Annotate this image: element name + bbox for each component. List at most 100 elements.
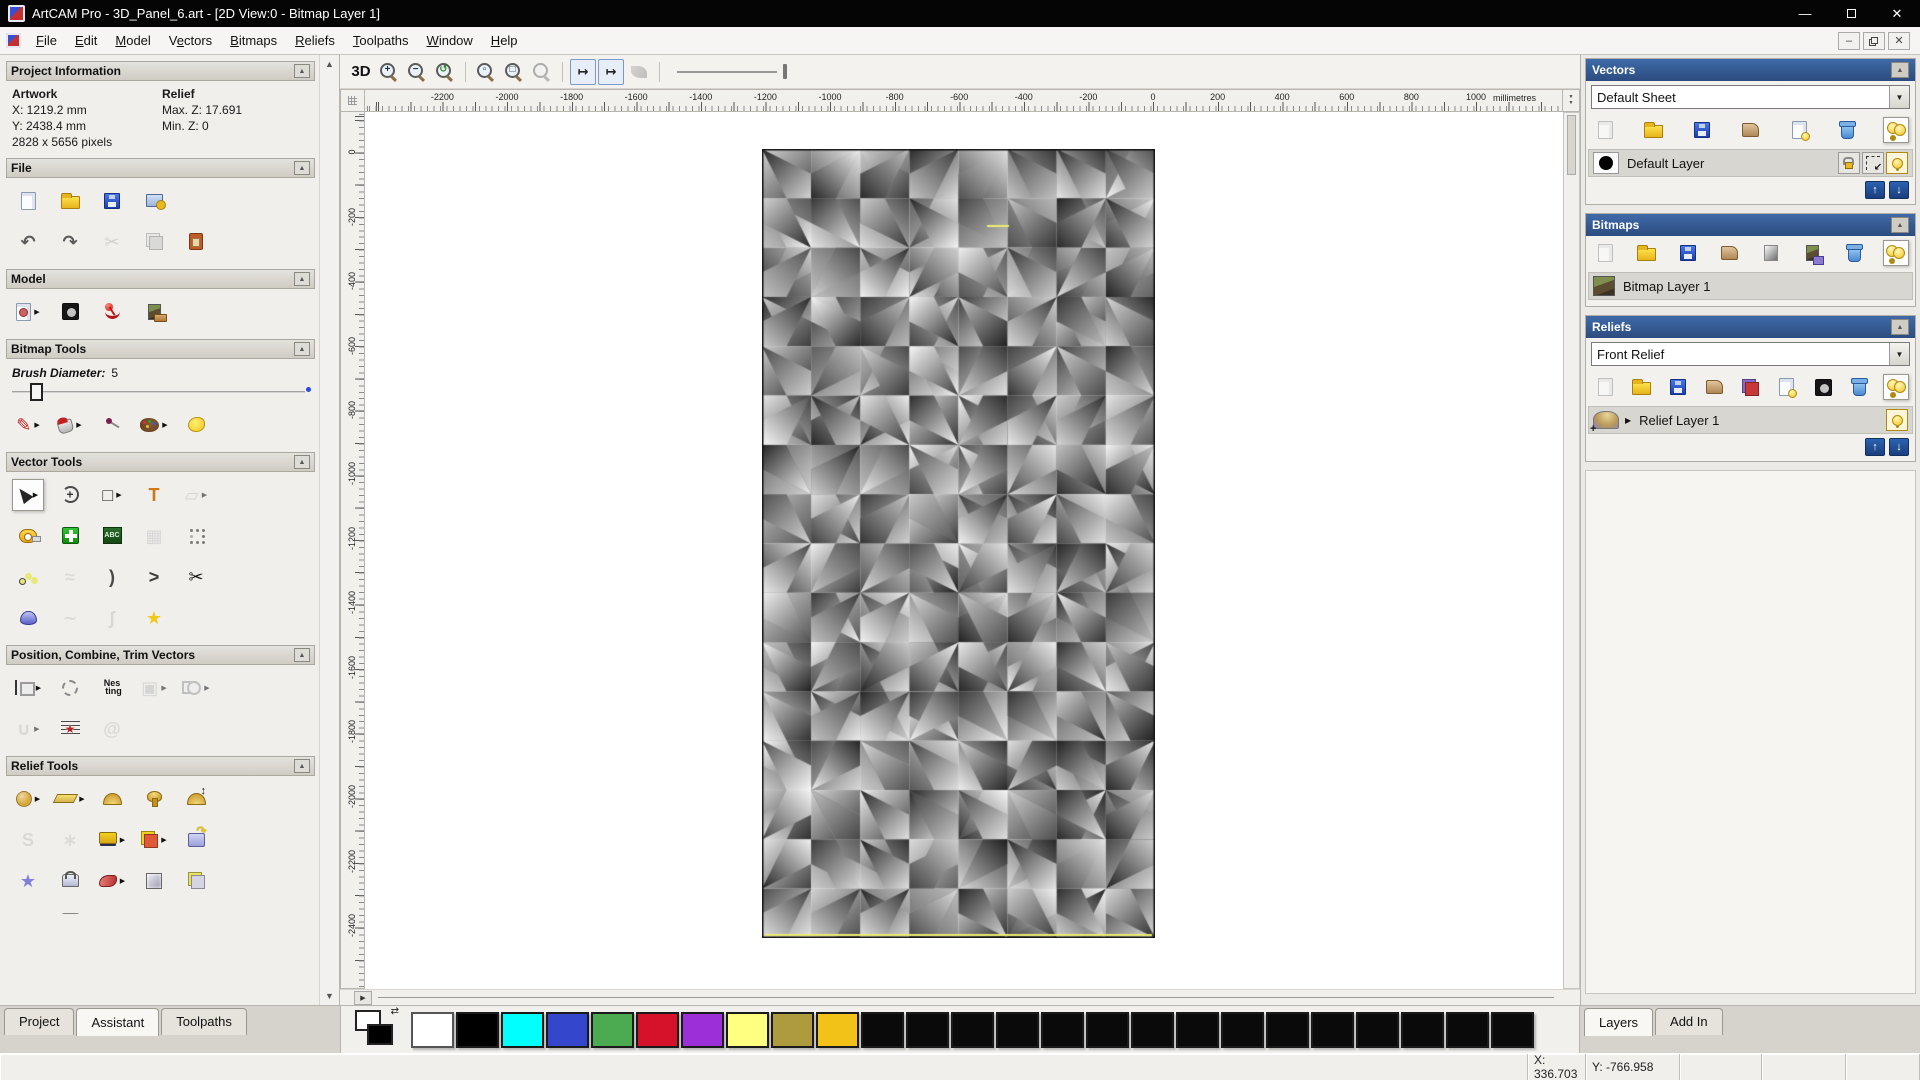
flyout-icon[interactable]: ▶: [33, 491, 38, 499]
palette-swatch-23[interactable]: [1446, 1011, 1489, 1048]
tab-assistant[interactable]: Assistant: [76, 1008, 160, 1036]
colour-view[interactable]: [1800, 240, 1826, 266]
collapse-icon[interactable]: ▲: [1891, 319, 1909, 335]
group-vectors[interactable]: ▣ ▶: [138, 672, 170, 704]
palette-swatch-20[interactable]: [1311, 1011, 1354, 1048]
move-layer-down-button[interactable]: ↓: [1889, 438, 1909, 456]
collapse-icon[interactable]: ▲: [294, 272, 310, 286]
vector-layer-row[interactable]: Default Layer: [1588, 149, 1913, 177]
create-text-block[interactable]: ABC: [96, 520, 128, 552]
unwrap-vectors[interactable]: @: [96, 713, 128, 745]
merge-bitmap-layers[interactable]: [1717, 240, 1743, 266]
chevron-down-icon[interactable]: ▼: [1889, 86, 1909, 108]
bitmap-tools-header[interactable]: Bitmap Tools ▲: [6, 339, 315, 359]
weave-wizard[interactable]: ∗: [54, 824, 86, 856]
texture-sphere[interactable]: [138, 906, 170, 914]
free-sketch[interactable]: ≈: [54, 561, 86, 593]
create-arc[interactable]: ): [96, 561, 128, 593]
bitmap-to-vector[interactable]: [180, 409, 212, 441]
palette-swatch-11[interactable]: [906, 1011, 949, 1048]
mdi-minimize-button[interactable]: –: [1838, 31, 1860, 50]
zoom-out-button[interactable]: −: [404, 59, 430, 85]
model-section-header[interactable]: Model ▲: [6, 269, 315, 289]
create-chevron[interactable]: >: [138, 561, 170, 593]
lighting-and-material[interactable]: [96, 296, 128, 328]
zoom-in-button[interactable]: +: [376, 59, 402, 85]
artwork-2d-view[interactable]: [762, 149, 1155, 938]
toggle-all-vector-layers[interactable]: [1883, 117, 1909, 143]
flyout-icon[interactable]: ▶: [120, 836, 125, 844]
palette-swatch-3[interactable]: [546, 1011, 589, 1048]
new-bitmap-layer[interactable]: [1592, 240, 1618, 266]
layer-visibility-button[interactable]: [1886, 152, 1908, 174]
palette-swatch-8[interactable]: [771, 1011, 814, 1048]
slider-knob[interactable]: [783, 63, 787, 79]
flyout-icon[interactable]: ▶: [202, 491, 207, 499]
expander-icon[interactable]: ▶: [1625, 416, 1631, 425]
palette-swatch-15[interactable]: [1086, 1011, 1129, 1048]
toggle-all-bitmap-layers[interactable]: [1882, 240, 1909, 266]
sculpt-relief[interactable]: S: [12, 824, 44, 856]
mdi-close-button[interactable]: ✕: [1888, 31, 1910, 50]
menu-window[interactable]: Window: [418, 29, 482, 52]
collapse-icon[interactable]: ▲: [294, 64, 310, 78]
mdi-restore-button[interactable]: [1863, 31, 1885, 50]
fit-polyline[interactable]: ∼: [54, 602, 86, 634]
merge-relief-layers[interactable]: [1701, 374, 1727, 400]
merge-vector-layers[interactable]: [1738, 117, 1764, 143]
save-bitmap-layer[interactable]: [1675, 240, 1701, 266]
paste[interactable]: [180, 226, 212, 258]
toggle-vector-view-button[interactable]: ↦: [570, 58, 596, 85]
emboss-relief[interactable]: [138, 865, 170, 897]
flyout-icon[interactable]: ▶: [162, 421, 167, 429]
adjust-model[interactable]: [54, 296, 86, 328]
collapse-icon[interactable]: ▲: [1891, 217, 1909, 233]
weld-vectors[interactable]: ▶: [180, 672, 212, 704]
join-vectors[interactable]: ∪ ▶: [12, 713, 44, 745]
zoom-box-button[interactable]: ▫: [473, 59, 499, 85]
open-bitmap-layer[interactable]: [1634, 240, 1660, 266]
scroll-down-icon[interactable]: ▼: [325, 991, 334, 1001]
menu-model[interactable]: Model: [106, 29, 159, 52]
menu-reliefs[interactable]: Reliefs: [286, 29, 344, 52]
position-tools-header[interactable]: Position, Combine, Trim Vectors ▲: [6, 645, 315, 665]
layer-colour-swatch[interactable]: [1593, 152, 1619, 174]
create-polyline[interactable]: [12, 561, 44, 593]
invert-relief[interactable]: [180, 824, 212, 856]
collapse-icon[interactable]: ▲: [1891, 62, 1909, 78]
pane-toggle-button[interactable]: ▶: [354, 990, 372, 1005]
menu-bitmaps[interactable]: Bitmaps: [221, 29, 286, 52]
relief-tools-header[interactable]: Relief Tools ▲: [6, 756, 315, 776]
create-rectangle[interactable]: □ ▶: [96, 479, 128, 511]
text-on-curve[interactable]: [54, 672, 86, 704]
palette-swatch-13[interactable]: [996, 1011, 1039, 1048]
vector-layer-visibility[interactable]: [1786, 117, 1812, 143]
tab-layers[interactable]: Layers: [1584, 1008, 1654, 1036]
menu-edit[interactable]: Edit: [66, 29, 106, 52]
palette-swatch-24[interactable]: [1491, 1011, 1534, 1048]
tab-add-in[interactable]: Add In: [1655, 1008, 1723, 1035]
tab-project[interactable]: Project: [4, 1008, 75, 1035]
node-editing[interactable]: [54, 520, 86, 552]
layer-visibility-button[interactable]: [1886, 409, 1908, 431]
nesting[interactable]: Nes ting: [96, 672, 128, 704]
menu-toolpaths[interactable]: Toolpaths: [344, 29, 418, 52]
flood-fill[interactable]: ▶: [54, 409, 86, 441]
dome-relief[interactable]: [96, 906, 128, 914]
move-layer-up-button[interactable]: ↑: [1865, 438, 1885, 456]
flyout-icon[interactable]: ▶: [116, 491, 121, 499]
pick-colour[interactable]: [96, 409, 128, 441]
palette-swatch-4[interactable]: [591, 1011, 634, 1048]
chevron-down-icon[interactable]: ▼: [1889, 343, 1909, 365]
menu-file[interactable]: File: [27, 29, 66, 52]
collapse-icon[interactable]: ▲: [294, 342, 310, 356]
zoom-fit-button[interactable]: □: [501, 59, 527, 85]
flyout-icon[interactable]: ▶: [34, 308, 39, 316]
flyout-icon[interactable]: ▶: [79, 795, 84, 803]
delete-relief-layer[interactable]: [1847, 374, 1873, 400]
menu-vectors[interactable]: Vectors: [160, 29, 221, 52]
new-vector-layer[interactable]: [1592, 117, 1618, 143]
flyout-icon[interactable]: ▶: [120, 877, 125, 885]
collapse-icon[interactable]: ▲: [294, 648, 310, 662]
palette-swatch-14[interactable]: [1041, 1011, 1084, 1048]
